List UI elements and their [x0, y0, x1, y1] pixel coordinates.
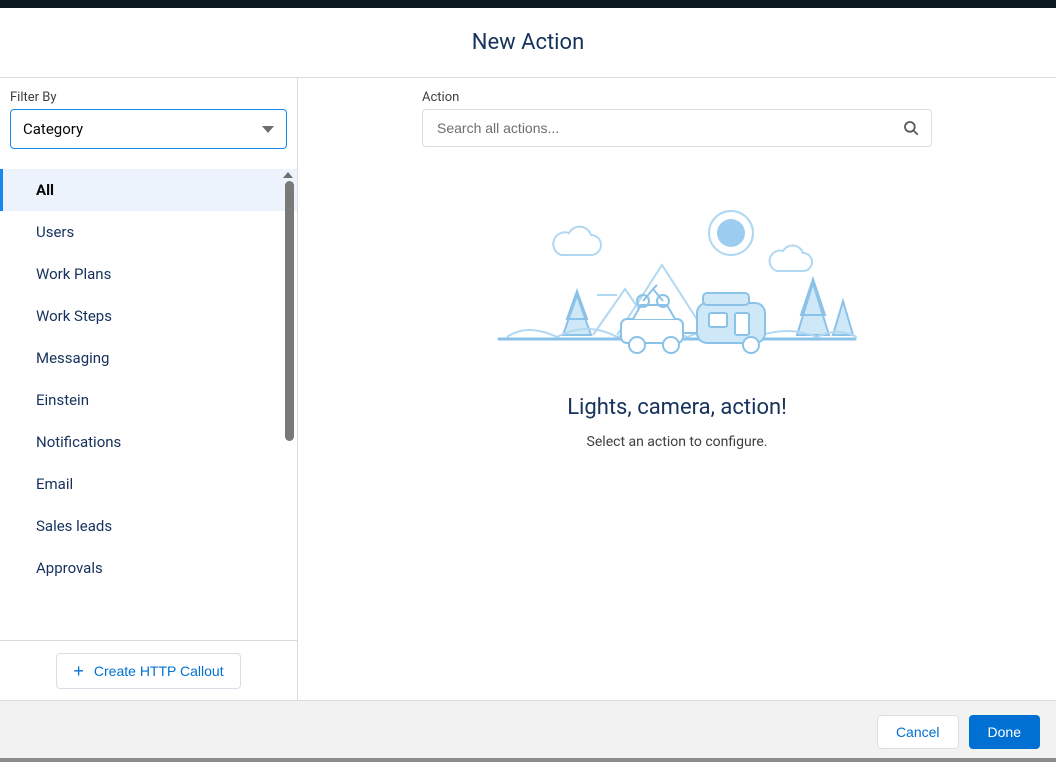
- empty-state-title: Lights, camera, action!: [422, 395, 932, 420]
- category-item-approvals[interactable]: Approvals: [0, 547, 297, 589]
- empty-state-illustration: [422, 193, 932, 363]
- category-item-einstein[interactable]: Einstein: [0, 379, 297, 421]
- search-input[interactable]: [422, 109, 932, 147]
- filter-by-label: Filter By: [10, 90, 287, 105]
- category-label: Sales leads: [36, 517, 112, 535]
- action-label: Action: [422, 90, 932, 105]
- search-wrap: [422, 109, 932, 147]
- category-list-container: All Users Work Plans Work Steps Messagin…: [0, 169, 297, 640]
- modal-footer: Cancel Done: [0, 700, 1056, 762]
- category-item-sales-leads[interactable]: Sales leads: [0, 505, 297, 547]
- category-item-users[interactable]: Users: [0, 211, 297, 253]
- category-label: Email: [36, 475, 73, 493]
- category-item-email[interactable]: Email: [0, 463, 297, 505]
- create-http-callout-button[interactable]: + Create HTTP Callout: [56, 653, 240, 689]
- category-label: Messaging: [36, 349, 109, 367]
- modal-header: New Action: [0, 8, 1056, 77]
- road-trip-illustration-icon: [497, 193, 857, 363]
- filter-by-value: Category: [23, 120, 83, 138]
- category-label: Einstein: [36, 391, 89, 409]
- filter-by-select[interactable]: Category: [10, 109, 287, 149]
- scrollbar[interactable]: [285, 181, 294, 441]
- empty-state-subtitle: Select an action to configure.: [422, 434, 932, 450]
- category-label: Work Plans: [36, 265, 111, 283]
- plus-icon: +: [73, 662, 84, 680]
- scroll-up-icon: [283, 172, 293, 178]
- http-callout-label: Create HTTP Callout: [94, 663, 224, 679]
- category-item-work-plans[interactable]: Work Plans: [0, 253, 297, 295]
- category-label: Approvals: [36, 559, 103, 577]
- category-label: Work Steps: [36, 307, 112, 325]
- top-bar: [0, 0, 1056, 8]
- chevron-down-icon: [262, 126, 274, 133]
- page-title: New Action: [0, 30, 1056, 55]
- category-item-notifications[interactable]: Notifications: [0, 421, 297, 463]
- category-label: Notifications: [36, 433, 121, 451]
- main-panel: Action: [298, 78, 1056, 701]
- sidebar: Filter By Category All Users Work Plans …: [0, 78, 298, 701]
- content-area: Filter By Category All Users Work Plans …: [0, 78, 1056, 701]
- category-item-messaging[interactable]: Messaging: [0, 337, 297, 379]
- category-label: Users: [36, 223, 74, 241]
- category-item-all[interactable]: All: [0, 169, 297, 211]
- sidebar-footer: + Create HTTP Callout: [0, 640, 297, 701]
- bottom-shadow: [0, 758, 1056, 762]
- filter-section: Filter By Category: [0, 90, 297, 149]
- category-item-work-steps[interactable]: Work Steps: [0, 295, 297, 337]
- category-list: All Users Work Plans Work Steps Messagin…: [0, 169, 297, 589]
- done-button[interactable]: Done: [969, 715, 1040, 749]
- category-label: All: [36, 181, 54, 199]
- cancel-button[interactable]: Cancel: [877, 715, 959, 749]
